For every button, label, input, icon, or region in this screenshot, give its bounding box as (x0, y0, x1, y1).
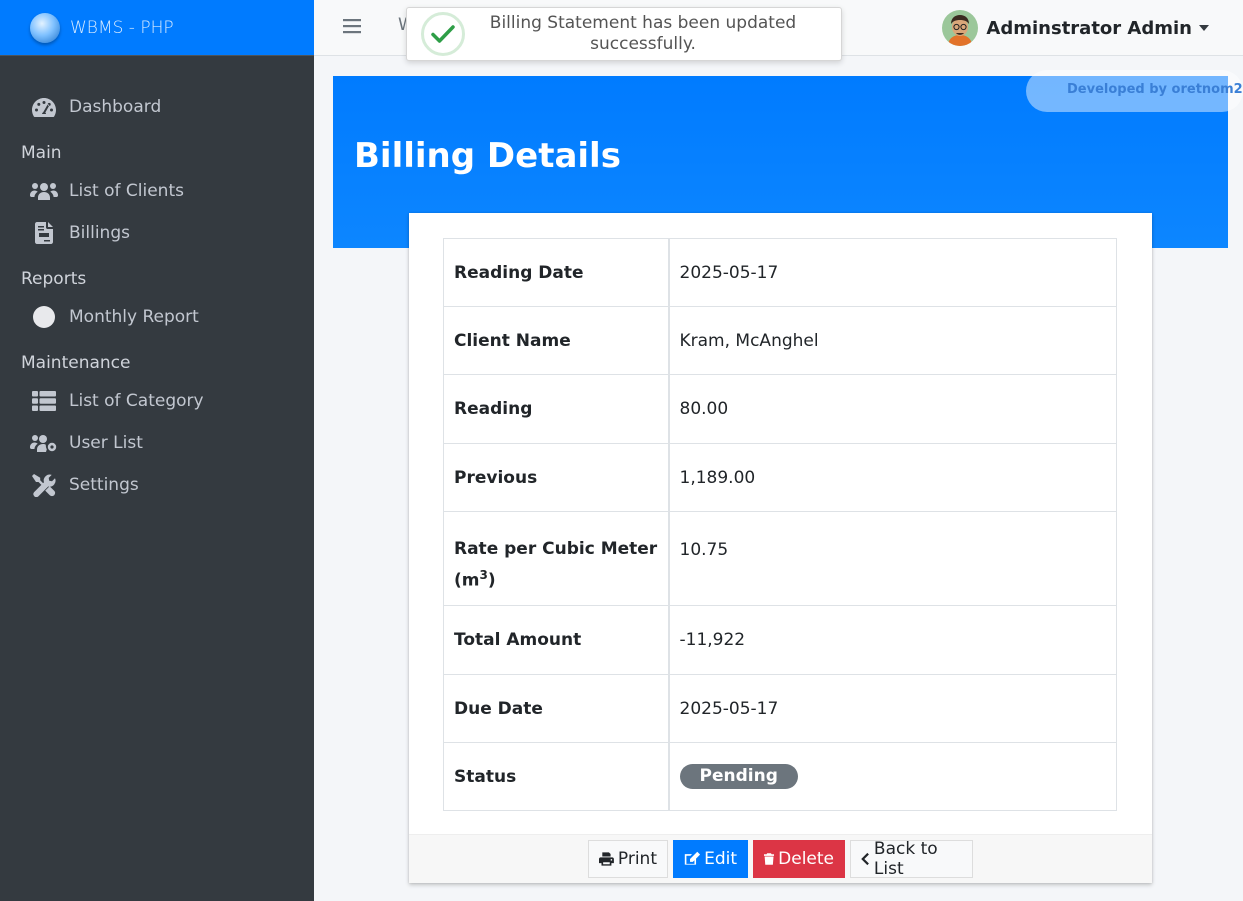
sidebar-item-label: List of Clients (69, 181, 184, 201)
sidebar-item-user-list[interactable]: User List (0, 422, 314, 464)
circle-icon (30, 305, 58, 329)
toast-message: Billing Statement has been updated succe… (489, 13, 797, 54)
table-row: Status Pending (443, 742, 1117, 811)
sidebar-item-label: User List (69, 433, 143, 453)
rate-value: 10.75 (668, 511, 1117, 606)
billing-details-table: Reading Date 2025-05-17 Client Name Kram… (443, 238, 1117, 811)
back-to-list-button[interactable]: Back to List (850, 839, 973, 879)
print-button[interactable]: Print (588, 840, 668, 878)
avatar (942, 10, 979, 46)
nav-header-main: Main (21, 143, 62, 163)
hamburger-menu-icon[interactable] (343, 17, 361, 35)
chevron-down-icon (1199, 25, 1209, 31)
reading-value: 80.00 (668, 374, 1117, 444)
user-name: Adminstrator Admin (986, 17, 1192, 39)
rate-label-text: Rate per Cubic Meter (m (454, 539, 658, 591)
page-title: Billing Details (354, 136, 621, 176)
table-row: Reading 80.00 (443, 374, 1117, 444)
client-name-label: Client Name (443, 306, 670, 375)
delete-button-label: Delete (778, 849, 834, 869)
users-icon (30, 179, 58, 203)
nav-header-maintenance: Maintenance (21, 353, 131, 373)
sidebar-item-category[interactable]: List of Category (0, 380, 314, 422)
edit-button[interactable]: Edit (673, 840, 748, 878)
reading-date-label: Reading Date (443, 238, 670, 307)
table-row: Due Date 2025-05-17 (443, 674, 1117, 743)
rate-label-close: ) (487, 570, 496, 591)
tools-icon (30, 473, 58, 497)
print-icon (599, 852, 614, 866)
status-cell: Pending (668, 742, 1117, 811)
users-cog-icon (30, 431, 58, 455)
sidebar-item-billings[interactable]: Billings (0, 212, 314, 254)
table-row: Rate per Cubic Meter (m3) 10.75 (443, 511, 1117, 606)
nav-header-reports: Reports (21, 269, 87, 289)
sidebar-item-label: Dashboard (69, 97, 162, 117)
file-invoice-icon (30, 221, 58, 245)
chevron-left-icon (861, 852, 869, 866)
sidebar-nav: Dashboard Main List of Clients Billings … (0, 56, 314, 506)
total-amount-value: -11,922 (668, 605, 1117, 675)
card-footer: Print Edit Delete Back to List (409, 834, 1152, 883)
billing-details-card: Reading Date 2025-05-17 Client Name Kram… (409, 213, 1152, 883)
trash-icon (764, 853, 775, 865)
reading-label: Reading (443, 374, 670, 444)
previous-label: Previous (443, 443, 670, 512)
sidebar: WBMS - PHP Dashboard Main List of Client… (0, 0, 314, 901)
table-row: Client Name Kram, McAnghel (443, 306, 1117, 375)
back-button-label: Back to List (873, 839, 938, 879)
th-list-icon (30, 389, 58, 413)
total-amount-label: Total Amount (443, 605, 670, 675)
reading-date-value: 2025-05-17 (668, 238, 1117, 307)
print-button-label: Print (617, 849, 657, 869)
brand-link[interactable]: WBMS - PHP (0, 0, 314, 56)
edit-icon (684, 851, 701, 865)
developer-credit-text: Developed by oretnom23 (1067, 82, 1243, 97)
rate-label: Rate per Cubic Meter (m3) (443, 511, 670, 606)
check-icon (421, 12, 465, 56)
success-toast: Billing Statement has been updated succe… (406, 7, 842, 61)
client-name-value: Kram, McAnghel (668, 306, 1117, 375)
previous-value: 1,189.00 (668, 443, 1117, 512)
edit-button-label: Edit (704, 849, 737, 869)
table-row: Reading Date 2025-05-17 (443, 238, 1117, 307)
water-drop-icon (30, 12, 60, 43)
brand-name: WBMS - PHP (70, 17, 174, 38)
due-date-value: 2025-05-17 (668, 674, 1117, 743)
due-date-label: Due Date (443, 674, 670, 743)
sidebar-item-monthly-report[interactable]: Monthly Report (0, 296, 314, 338)
tachometer-icon (30, 95, 58, 119)
table-row: Previous 1,189.00 (443, 443, 1117, 512)
status-badge: Pending (679, 764, 798, 789)
sidebar-item-label: Settings (69, 475, 139, 495)
sidebar-item-label: List of Category (69, 391, 204, 411)
developer-credit: Developed by oretnom23 (1026, 70, 1243, 112)
user-menu[interactable]: Adminstrator Admin (942, 10, 1209, 46)
sidebar-item-label: Billings (69, 223, 130, 243)
sidebar-item-dashboard[interactable]: Dashboard (0, 86, 314, 128)
sidebar-item-label: Monthly Report (69, 307, 199, 327)
sidebar-item-clients[interactable]: List of Clients (0, 170, 314, 212)
delete-button[interactable]: Delete (753, 840, 845, 878)
rate-label-superscript: 3 (479, 568, 488, 582)
sidebar-item-settings[interactable]: Settings (0, 464, 314, 506)
table-row: Total Amount -11,922 (443, 605, 1117, 675)
status-label: Status (443, 742, 670, 811)
